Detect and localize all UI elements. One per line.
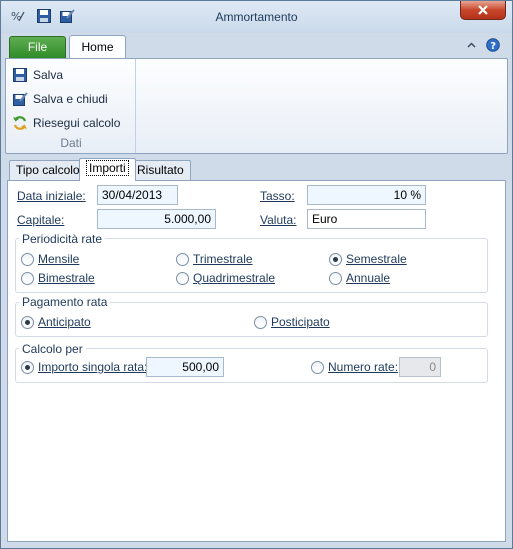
capitale-label: Capitale:: [17, 213, 65, 227]
data-iniziale-label: Data iniziale:: [17, 189, 86, 203]
tab-panel-importi: Data iniziale: 30/04/2013 Tasso: 10 % Ca…: [7, 180, 506, 542]
close-icon: [478, 5, 488, 15]
importo-singola-rata-field[interactable]: 500,00: [146, 357, 224, 377]
tasso-label: Tasso:: [260, 189, 295, 203]
radio-anticipato[interactable]: Anticipato: [21, 315, 91, 329]
radio-semestrale-dot: [329, 252, 342, 266]
radio-anticipato-dot: [21, 315, 34, 329]
radio-posticipato[interactable]: Posticipato: [254, 315, 330, 329]
radio-annuale-label: Annuale: [346, 271, 391, 285]
file-tab[interactable]: File: [9, 36, 66, 59]
radio-posticipato-dot: [254, 315, 267, 329]
content-area: Tipo calcolo Importi Risultato Data iniz…: [5, 156, 508, 544]
tab-risultato[interactable]: Risultato: [130, 160, 191, 180]
window: % Ammortamento File Home ? Salva Salva e…: [0, 0, 513, 549]
radio-quadrimestrale-dot: [176, 271, 189, 285]
radio-trimestrale-dot: [176, 252, 189, 266]
help-icon[interactable]: ?: [486, 38, 500, 52]
refresh-icon: [13, 116, 27, 130]
recalculate-button-label: Riesegui calcolo: [33, 116, 121, 130]
capitale-field[interactable]: 5.000,00: [97, 209, 216, 229]
radio-annuale-dot: [329, 271, 342, 285]
radio-bimestrale-label: Bimestrale: [38, 271, 95, 285]
radio-quadrimestrale[interactable]: Quadrimestrale: [176, 271, 275, 285]
close-button[interactable]: [460, 1, 506, 20]
calcolo-title: Calcolo per: [19, 342, 86, 356]
window-title: Ammortamento: [215, 10, 298, 24]
radio-bimestrale-dot: [21, 271, 34, 285]
svg-text:?: ?: [490, 41, 496, 52]
pagamento-title: Pagamento rata: [19, 295, 111, 309]
numero-rate-field[interactable]: 0: [399, 357, 441, 377]
radio-importo-label: Importo singola rata:: [38, 360, 148, 374]
save-close-button-label: Salva e chiudi: [33, 92, 108, 106]
title-bar: % Ammortamento: [1, 1, 512, 33]
radio-mensile-label: Mensile: [38, 252, 80, 266]
radio-annuale[interactable]: Annuale: [329, 271, 390, 285]
radio-mensile[interactable]: Mensile: [21, 252, 79, 266]
radio-importo-singola-rata[interactable]: Importo singola rata:: [21, 360, 147, 374]
radio-semestrale[interactable]: Semestrale: [329, 252, 407, 266]
save-button[interactable]: Salva: [12, 64, 63, 86]
radio-trimestrale[interactable]: Trimestrale: [176, 252, 253, 266]
tab-importi-label: Importi: [86, 160, 129, 176]
radio-importo-dot: [21, 360, 34, 374]
minimize-ribbon-icon[interactable]: [465, 39, 478, 52]
valuta-field[interactable]: Euro: [307, 209, 426, 229]
radio-posticipato-label: Posticipato: [271, 315, 330, 329]
ribbon-group-dati: Salva Salva e chiudi Riesegui calcolo Da…: [6, 59, 136, 153]
save-button-label: Salva: [33, 68, 64, 82]
radio-numero-rate-dot: [311, 360, 324, 374]
tab-importi[interactable]: Importi: [79, 158, 136, 181]
radio-quadrimestrale-label: Quadrimestrale: [193, 271, 276, 285]
data-iniziale-field[interactable]: 30/04/2013: [97, 185, 178, 205]
save-icon: [13, 68, 27, 82]
radio-anticipato-label: Anticipato: [38, 315, 91, 329]
radio-bimestrale[interactable]: Bimestrale: [21, 271, 95, 285]
ribbon-tabs: File Home ?: [1, 33, 512, 59]
tab-tipo-calcolo[interactable]: Tipo calcolo: [9, 160, 87, 180]
recalculate-button[interactable]: Riesegui calcolo: [12, 112, 120, 134]
save-close-button[interactable]: Salva e chiudi: [12, 88, 108, 110]
radio-numero-rate[interactable]: Numero rate:: [311, 360, 398, 374]
tasso-field[interactable]: 10 %: [307, 185, 426, 205]
home-tab[interactable]: Home: [69, 35, 126, 59]
radio-trimestrale-label: Trimestrale: [193, 252, 253, 266]
periodicita-title: Periodicità rate: [19, 232, 106, 246]
ribbon-panel: Salva Salva e chiudi Riesegui calcolo Da…: [5, 58, 508, 154]
save-close-icon: [13, 92, 28, 106]
radio-numero-rate-label: Numero rate:: [328, 360, 399, 374]
valuta-label: Valuta:: [260, 213, 297, 227]
radio-mensile-dot: [21, 252, 34, 266]
radio-semestrale-label: Semestrale: [346, 252, 407, 266]
ribbon-group-label: Dati: [60, 136, 82, 150]
